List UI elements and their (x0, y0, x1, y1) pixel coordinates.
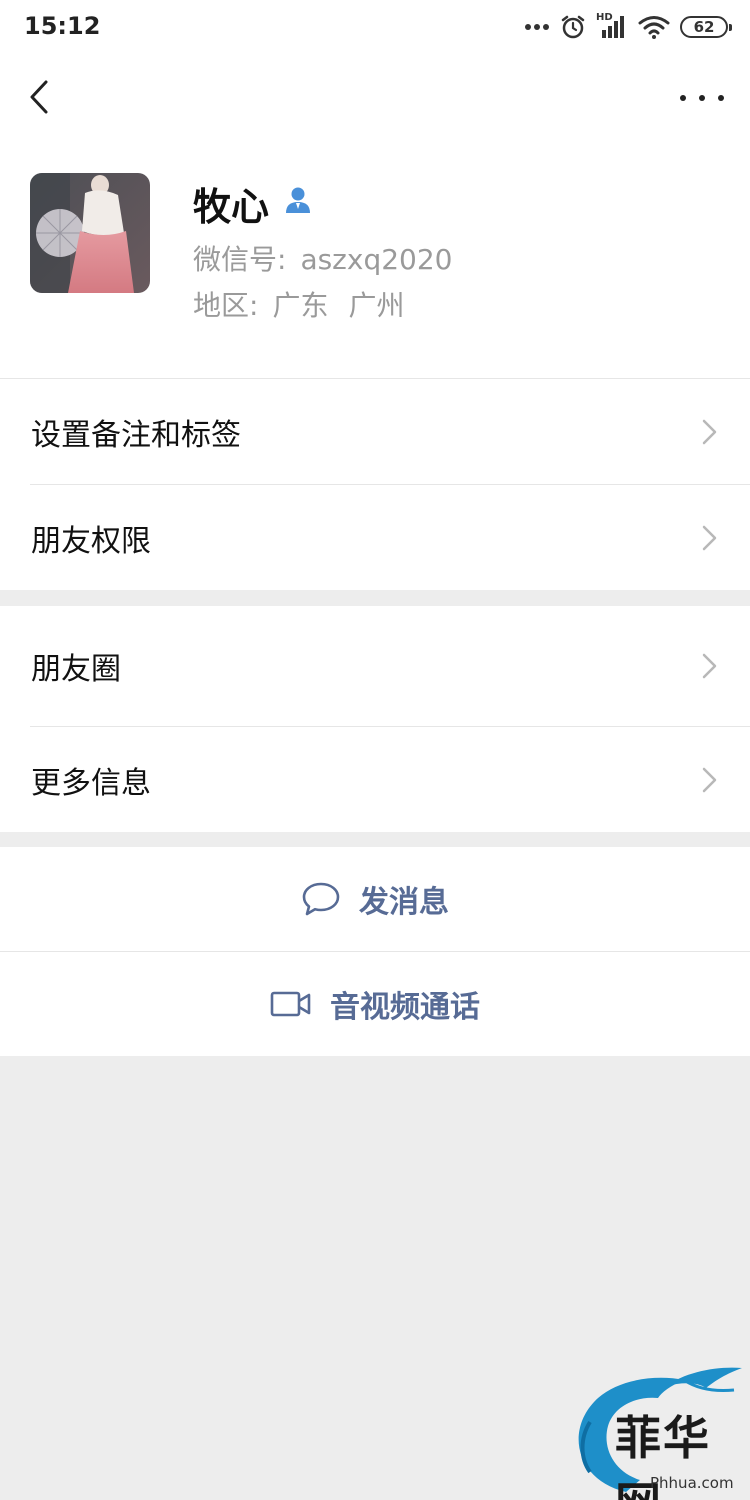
send-message-button[interactable]: 发消息 (0, 847, 750, 951)
battery-level: 62 (693, 18, 715, 36)
chevron-right-icon (702, 525, 717, 551)
wifi-icon (638, 16, 670, 39)
chevron-left-icon (30, 80, 48, 114)
profile-name: 牧心 (193, 185, 270, 229)
video-camera-icon (270, 991, 311, 1017)
video-call-label: 音视频通话 (330, 990, 480, 1025)
region-province: 广东 (272, 289, 329, 322)
status-time: 15:12 (24, 12, 101, 40)
moments-row[interactable]: 朋友圈 (0, 606, 750, 726)
battery-icon: 62 (680, 16, 732, 38)
chevron-right-icon (702, 767, 717, 793)
more-dot (718, 95, 724, 101)
person-icon (286, 187, 310, 213)
more-info-row[interactable]: 更多信息 (0, 727, 750, 832)
wechat-id-value: aszxq2020 (300, 243, 453, 276)
friend-permissions-row[interactable]: 朋友权限 (0, 485, 750, 590)
chat-bubble-icon (302, 882, 340, 916)
row-label: 设置备注和标签 (31, 417, 241, 453)
wechat-id-line: 微信号: aszxq2020 (193, 238, 452, 278)
region-label: 地区: (193, 289, 259, 322)
video-call-button[interactable]: 音视频通话 (0, 952, 750, 1056)
menu-group-info: 朋友圈 更多信息 (0, 606, 750, 832)
chevron-right-icon (702, 419, 717, 445)
chevron-right-icon (702, 653, 717, 679)
back-button[interactable] (22, 78, 62, 118)
signal-icon: HD (596, 12, 628, 40)
more-dot (680, 95, 686, 101)
region-city: 广州 (348, 289, 405, 322)
watermark-url: Phhua.com (650, 1474, 734, 1492)
avatar[interactable] (30, 173, 150, 293)
row-label: 更多信息 (31, 765, 151, 801)
avatar-image (30, 173, 150, 293)
status-bar: 15:12 HD 62 (0, 0, 750, 54)
action-group: 发消息 音视频通话 (0, 847, 750, 1056)
more-dot (699, 95, 705, 101)
status-icons: HD 62 (524, 10, 732, 44)
row-label: 朋友权限 (31, 523, 151, 559)
more-options-button[interactable] (680, 82, 724, 114)
remark-and-tags-row[interactable]: 设置备注和标签 (0, 379, 750, 484)
menu-group-settings: 设置备注和标签 朋友权限 (0, 378, 750, 590)
region-line: 地区: 广东 广州 (193, 284, 404, 324)
alarm-icon (561, 15, 585, 39)
row-label: 朋友圈 (31, 652, 121, 687)
send-message-label: 发消息 (359, 885, 449, 920)
more-dots-icon (525, 24, 549, 30)
wechat-id-label: 微信号: (193, 243, 287, 276)
